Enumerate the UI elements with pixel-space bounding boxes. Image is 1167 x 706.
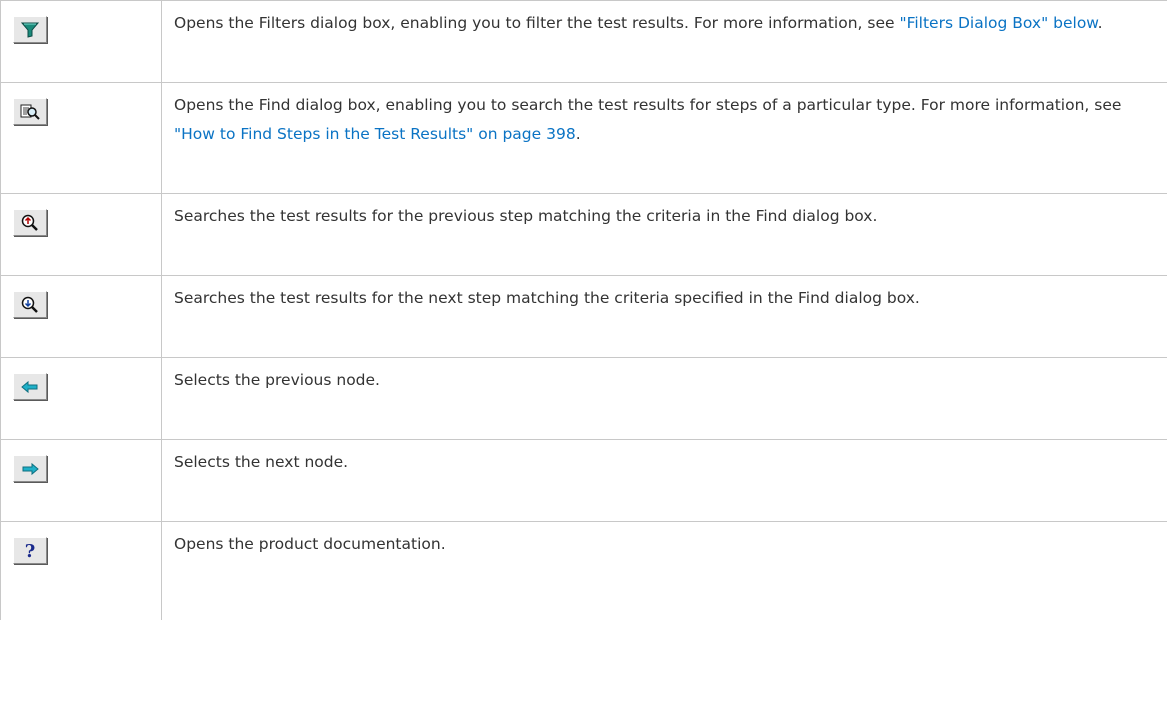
table-row: Searches the test results for the previo… — [0, 193, 1167, 276]
table-row: Opens the Find dialog box, enabling you … — [0, 82, 1167, 194]
filter-icon — [20, 21, 40, 39]
description-cell: Opens the Filters dialog box, enabling y… — [161, 0, 1167, 83]
icon-cell — [0, 439, 162, 522]
description-text: Selects the next node. — [174, 453, 349, 471]
icon-cell — [0, 193, 162, 276]
find-button[interactable] — [13, 98, 47, 125]
find-steps-link[interactable]: "How to Find Steps in the Test Results" … — [174, 125, 576, 143]
description-cell: Searches the test results for the previo… — [161, 193, 1167, 276]
table-row: Searches the test results for the next s… — [0, 275, 1167, 358]
next-node-button[interactable] — [13, 455, 47, 482]
svg-text:?: ? — [25, 541, 36, 561]
description-cell: Selects the next node. — [161, 439, 1167, 522]
find-next-icon — [20, 295, 40, 315]
icon-cell — [0, 357, 162, 440]
description-text: Searches the test results for the next s… — [174, 289, 920, 307]
previous-node-button[interactable] — [13, 373, 47, 400]
description-cell: Selects the previous node. — [161, 357, 1167, 440]
previous-node-icon — [21, 380, 39, 394]
toolbar-reference-table: Opens the Filters dialog box, enabling y… — [0, 0, 1167, 620]
table-row: Selects the next node. — [0, 439, 1167, 522]
icon-cell — [0, 82, 162, 194]
description-text: . — [575, 125, 581, 143]
description-text: Opens the product documentation. — [174, 535, 446, 553]
description-text: . — [1097, 14, 1103, 32]
find-next-button[interactable] — [13, 291, 47, 318]
filters-dialog-link[interactable]: "Filters Dialog Box" below — [899, 14, 1097, 32]
description-cell: Opens the product documentation. — [161, 521, 1167, 620]
description-text: Opens the Find dialog box, enabling you … — [174, 96, 1122, 114]
find-previous-button[interactable] — [13, 209, 47, 236]
table-row: ? Opens the product documentation. — [0, 521, 1167, 620]
table-row: Selects the previous node. — [0, 357, 1167, 440]
find-previous-icon — [20, 213, 40, 233]
help-button[interactable]: ? — [13, 537, 47, 564]
find-icon — [19, 102, 41, 122]
icon-cell — [0, 275, 162, 358]
help-icon: ? — [22, 541, 38, 561]
description-text: Selects the previous node. — [174, 371, 380, 389]
description-text: Opens the Filters dialog box, enabling y… — [174, 14, 900, 32]
next-node-icon — [21, 462, 39, 476]
icon-cell: ? — [0, 521, 162, 620]
description-text: Searches the test results for the previo… — [174, 207, 878, 225]
filter-button[interactable] — [13, 16, 47, 43]
table-row: Opens the Filters dialog box, enabling y… — [0, 0, 1167, 83]
description-cell: Searches the test results for the next s… — [161, 275, 1167, 358]
description-cell: Opens the Find dialog box, enabling you … — [161, 82, 1167, 194]
icon-cell — [0, 0, 162, 83]
